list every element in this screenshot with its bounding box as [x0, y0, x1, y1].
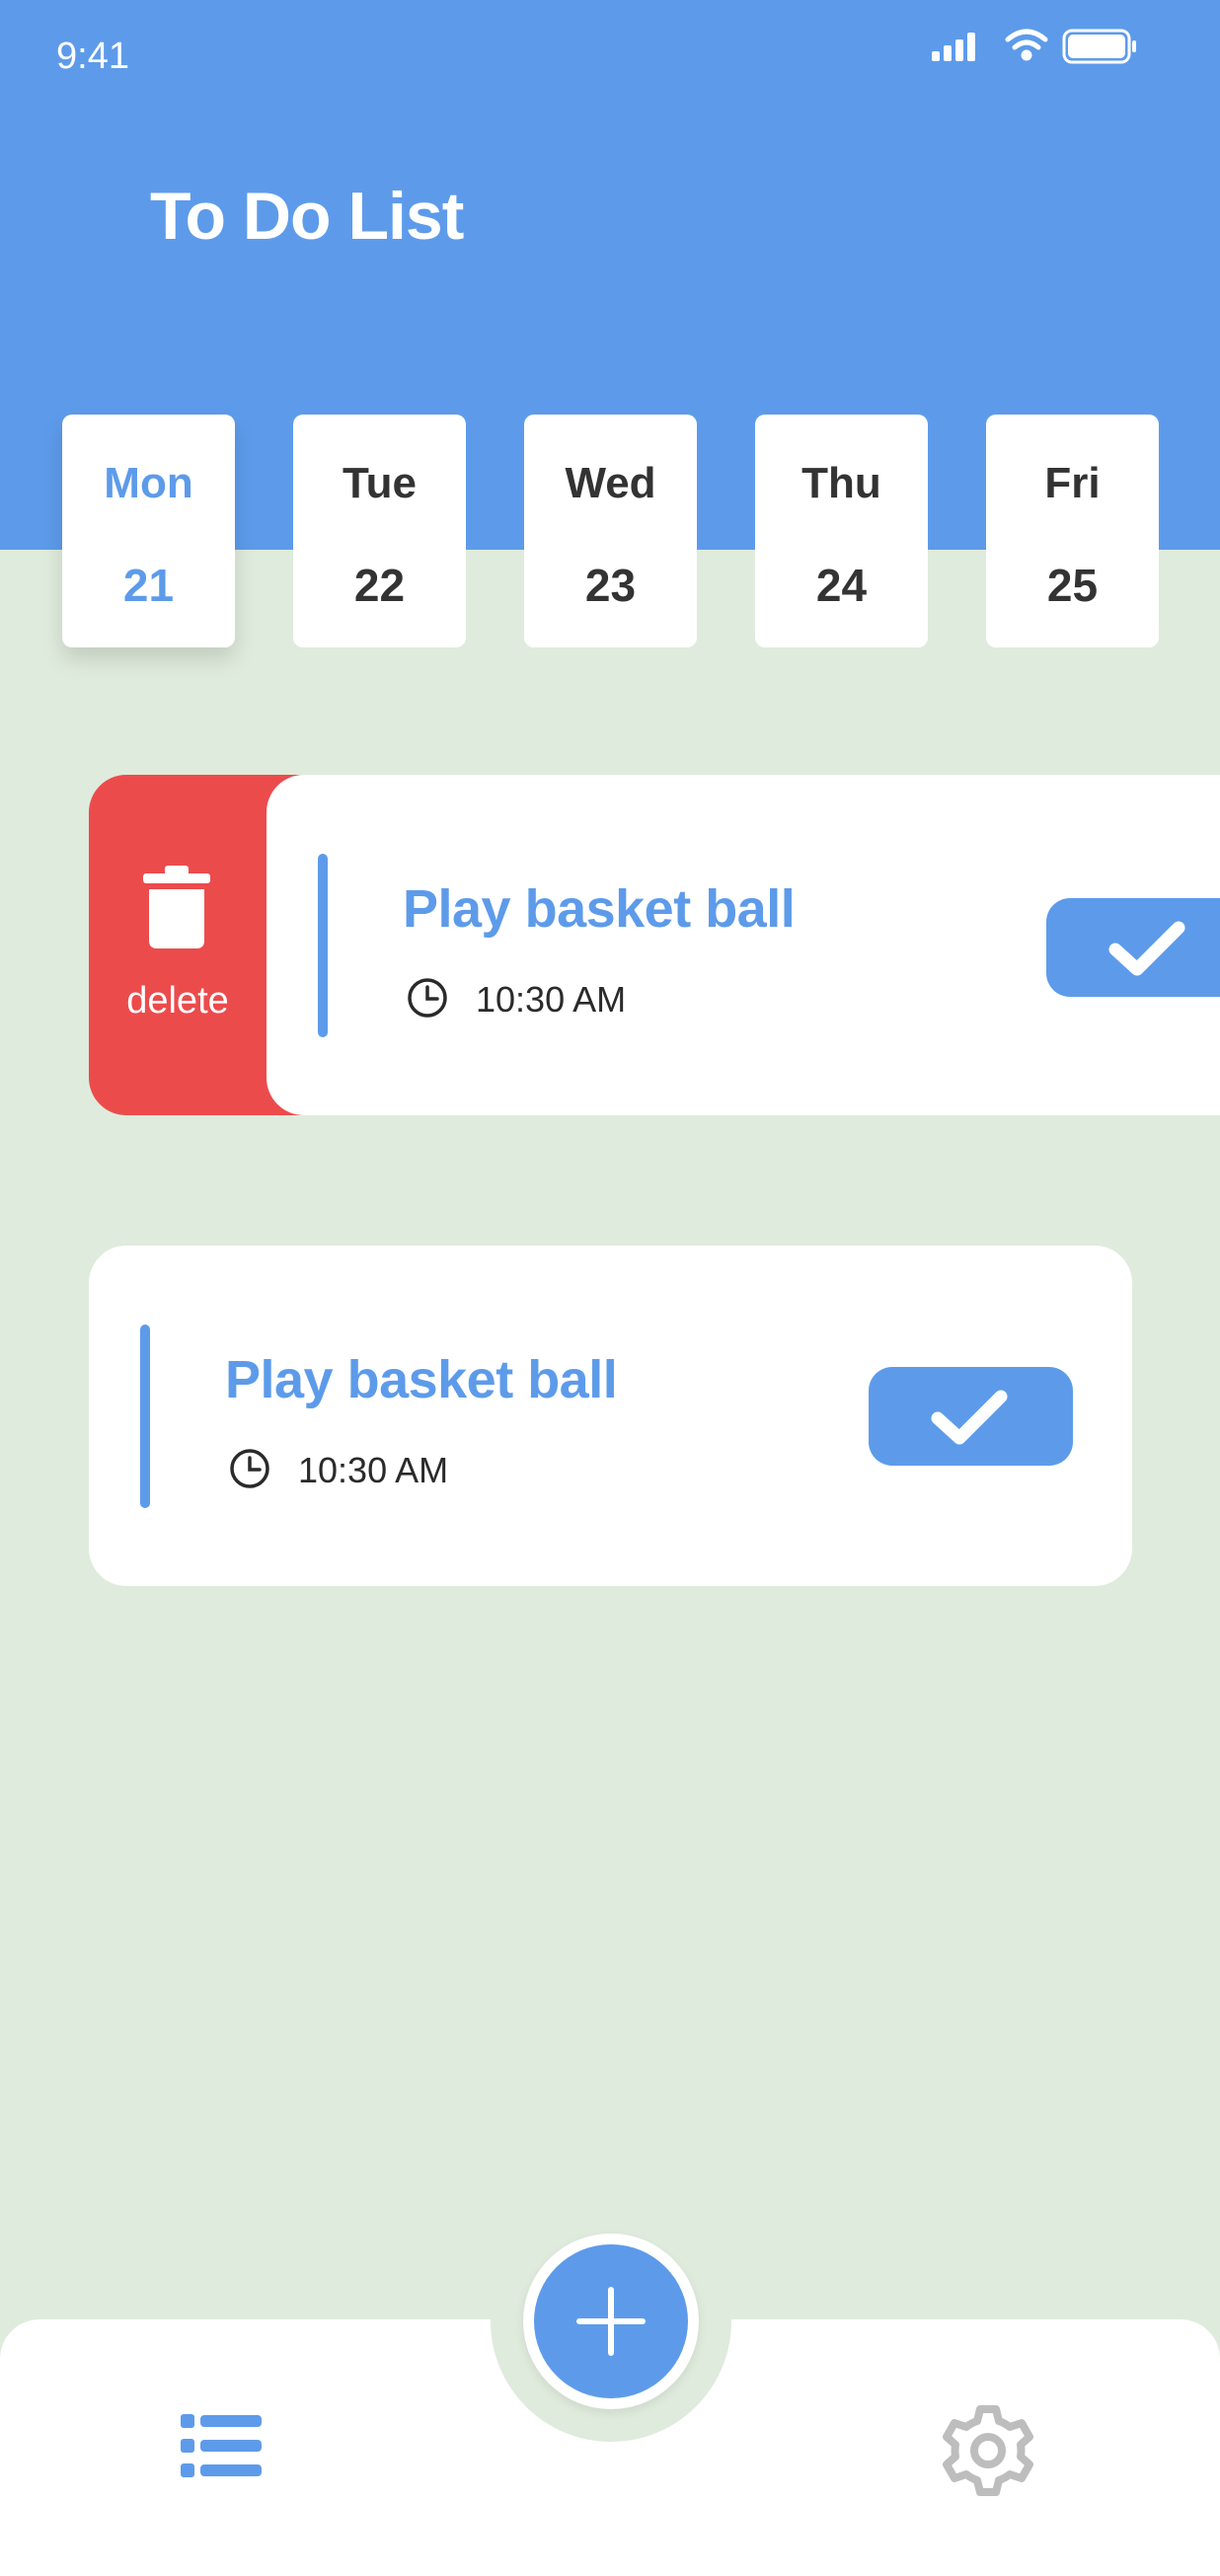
status-icons — [932, 29, 1136, 64]
day-name: Fri — [1044, 459, 1101, 507]
day-name: Thu — [801, 459, 881, 507]
day-number: 25 — [1046, 560, 1099, 611]
day-name: Mon — [104, 459, 193, 507]
status-time: 9:41 — [56, 36, 129, 77]
add-task-button[interactable] — [534, 2244, 688, 2398]
day-wed[interactable]: Wed 23 — [524, 415, 697, 647]
day-tue[interactable]: Tue 22 — [293, 415, 466, 647]
wifi-icon — [1005, 29, 1048, 61]
day-number: 21 — [122, 560, 175, 611]
trash-icon — [143, 866, 210, 948]
task-time: 10:30 AM — [476, 979, 627, 1020]
task-card[interactable]: Play basket ball 10:30 AM — [267, 775, 1220, 1115]
complete-button[interactable] — [1046, 898, 1220, 997]
gear-icon[interactable] — [934, 2396, 1042, 2505]
task-accent-bar — [140, 1325, 150, 1508]
page-title: To Do List — [150, 179, 464, 254]
clock-icon — [230, 1449, 269, 1488]
task-title: Play basket ball — [225, 1350, 618, 1409]
delete-label: delete — [126, 980, 229, 1022]
check-icon — [1108, 921, 1185, 976]
plus-icon — [576, 2287, 646, 2356]
day-number: 23 — [584, 560, 637, 611]
battery-icon — [1062, 29, 1136, 64]
day-name: Tue — [343, 459, 417, 507]
day-thu[interactable]: Thu 24 — [755, 415, 928, 647]
task-card[interactable]: Play basket ball 10:30 AM — [89, 1246, 1132, 1586]
task-time: 10:30 AM — [298, 1450, 449, 1490]
clock-icon — [408, 978, 447, 1018]
day-name: Wed — [565, 459, 656, 507]
complete-button[interactable] — [869, 1367, 1073, 1466]
task-accent-bar — [318, 854, 328, 1037]
day-mon[interactable]: Mon 21 — [62, 415, 235, 647]
signal-icon — [932, 33, 975, 61]
day-fri[interactable]: Fri 25 — [986, 415, 1159, 647]
list-icon[interactable] — [181, 2412, 262, 2479]
check-icon — [931, 1390, 1008, 1445]
task-title: Play basket ball — [403, 879, 796, 939]
day-number: 22 — [353, 560, 406, 611]
day-number: 24 — [815, 560, 868, 611]
